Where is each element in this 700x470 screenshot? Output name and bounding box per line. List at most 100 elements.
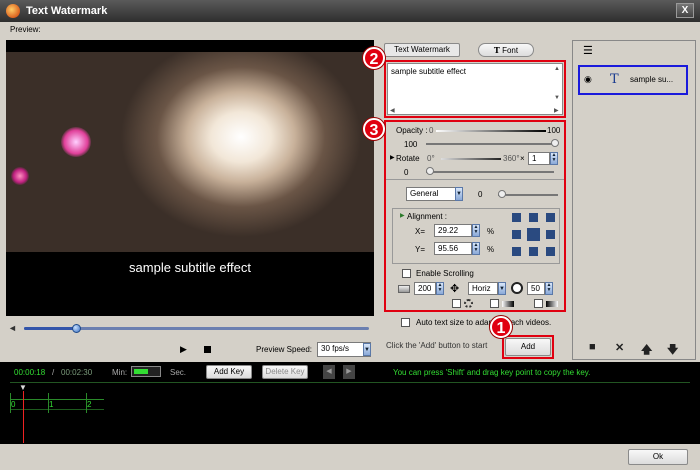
y-unit: % [487,245,495,254]
speed-value: 30 fps/s [321,344,350,353]
scroll-left-icon[interactable]: ◀ [390,107,395,114]
motion-select-value: General [410,189,439,198]
ruler-line-lower [10,409,104,410]
delete-icon[interactable]: ✕ [615,341,624,354]
rotate-knob[interactable] [426,167,434,175]
scroll-width-value: 200 [418,284,432,293]
text-input[interactable]: sample subtitle effect ◀ ▶ ▲ ▼ [387,63,563,115]
rotate-times-input[interactable]: 1 [528,152,550,165]
play-icon[interactable]: ▶ [180,344,187,355]
align-top-right[interactable] [546,213,555,222]
chevron-down-icon[interactable]: ▼ [363,343,371,356]
auto-text-size-checkbox[interactable] [401,318,410,327]
hint-text: Click the 'Add' button to start [386,341,488,350]
add-key-button[interactable]: Add Key [206,365,252,379]
text-editor-highlight: sample subtitle effect ◀ ▶ ▲ ▼ [384,60,566,118]
playhead-line[interactable] [23,391,24,443]
video-preview: sample subtitle effect [6,40,374,316]
layers-panel: ☰ ◉ T sample su... ■ ✕ 🡅 🡇 [572,40,696,360]
speaker-icon[interactable]: ◄ [8,323,18,333]
stop-icon[interactable] [204,346,211,353]
fade-out-effect-icon [546,301,558,307]
rotate-max: 360° [503,154,520,163]
scroll-speed-value: 50 [531,284,540,293]
motion-knob[interactable] [498,190,506,198]
scroll-width-input[interactable]: 200 [414,282,436,295]
align-middle-left[interactable] [512,230,521,239]
rotate-slider[interactable] [426,171,554,173]
scroll-up-icon[interactable]: ▲ [554,66,560,72]
motion-select[interactable]: General [406,187,456,201]
expand-alignment-icon[interactable]: ▶ [400,212,405,219]
lens-flare-small [11,167,29,185]
x-input[interactable]: 29.22 [434,224,472,237]
next-key-icon[interactable]: ▶ [343,365,355,379]
tick-label-1: 1 [49,400,54,409]
expand-rotate-icon[interactable]: ▶ [390,154,395,161]
motion-slider[interactable] [498,194,558,196]
rotate-multiply: × [520,154,525,163]
volume-fill [24,327,76,330]
rotate-times-stepper[interactable]: ▲ ▼ [550,152,558,165]
effect-checkbox-2[interactable] [490,299,499,308]
align-bottom-right[interactable] [546,247,555,256]
opacity-min: 0 [429,126,434,135]
tick-label-2: 2 [87,400,92,409]
y-value: 95.56 [438,244,459,253]
scroll-speed-input[interactable]: 50 [527,282,545,295]
divider [386,179,564,180]
eye-icon[interactable]: ◉ [584,74,592,85]
effect-checkbox-3[interactable] [534,299,543,308]
scroll-width-stepper[interactable]: ▲ ▼ [436,282,444,295]
clock-icon [511,282,523,294]
y-stepper[interactable]: ▲ ▼ [472,242,480,255]
effect-checkbox-1[interactable] [452,299,461,308]
align-bottom-center[interactable] [529,247,538,256]
scroll-speed-stepper[interactable]: ▲ ▼ [545,282,553,295]
video-frame [6,52,374,252]
align-top-left[interactable] [512,213,521,222]
tab-font[interactable]: T Font [478,43,534,57]
timeline-tip: You can press 'Shift' and drag key point… [393,368,591,377]
time-separator: / [52,368,55,377]
prev-key-icon[interactable]: ◀ [323,365,335,379]
tab-text-watermark[interactable]: Text Watermark [384,43,460,57]
badge-2: 2 [363,47,385,69]
add-button[interactable]: Add [505,338,551,356]
scroll-right-icon[interactable]: ▶ [554,107,559,114]
align-bottom-left[interactable] [512,247,521,256]
alignment-label: Alignment : [407,212,448,221]
close-button[interactable]: X [676,3,694,18]
align-top-center[interactable] [529,213,538,222]
x-stepper[interactable]: ▲ ▼ [472,224,480,237]
alignment-grid[interactable] [510,211,558,259]
volume-knob[interactable] [72,324,81,333]
auto-text-size-label: Auto text size to adapt to each videos. [416,318,552,327]
timeline-track[interactable]: 0 1 2 ▼ [10,382,690,443]
delete-key-button[interactable]: Delete Key [262,365,308,379]
enable-scrolling-checkbox[interactable] [402,269,411,278]
lock-icon[interactable]: ■ [589,341,596,353]
direction-select[interactable]: Horiz [468,282,498,295]
zoom-slider[interactable] [131,366,161,377]
y-label: Y= [415,245,426,254]
width-icon [398,285,410,293]
lens-flare [61,127,91,157]
align-center[interactable] [527,228,540,241]
ok-button[interactable]: Ok [628,449,688,465]
timeline: 00:00:18 / 00:02:30 Min: Sec. Add Key De… [0,362,700,444]
rotate-times-value: 1 [532,154,537,163]
x-value: 29.22 [438,226,459,235]
y-input[interactable]: 95.56 [434,242,472,255]
enable-scrolling-label: Enable Scrolling [416,269,474,278]
chevron-down-icon[interactable]: ▼ [498,282,506,295]
move-up-icon[interactable]: 🡅 [641,341,652,360]
opacity-slider[interactable] [426,143,554,145]
scroll-down-icon[interactable]: ▼ [554,95,560,101]
align-middle-right[interactable] [546,230,555,239]
layer-item-label[interactable]: sample su... [630,75,673,84]
chevron-down-icon[interactable]: ▼ [455,187,463,201]
opacity-knob[interactable] [551,139,559,147]
playhead-icon[interactable]: ▼ [19,383,29,392]
move-down-icon[interactable]: 🡇 [667,341,678,360]
